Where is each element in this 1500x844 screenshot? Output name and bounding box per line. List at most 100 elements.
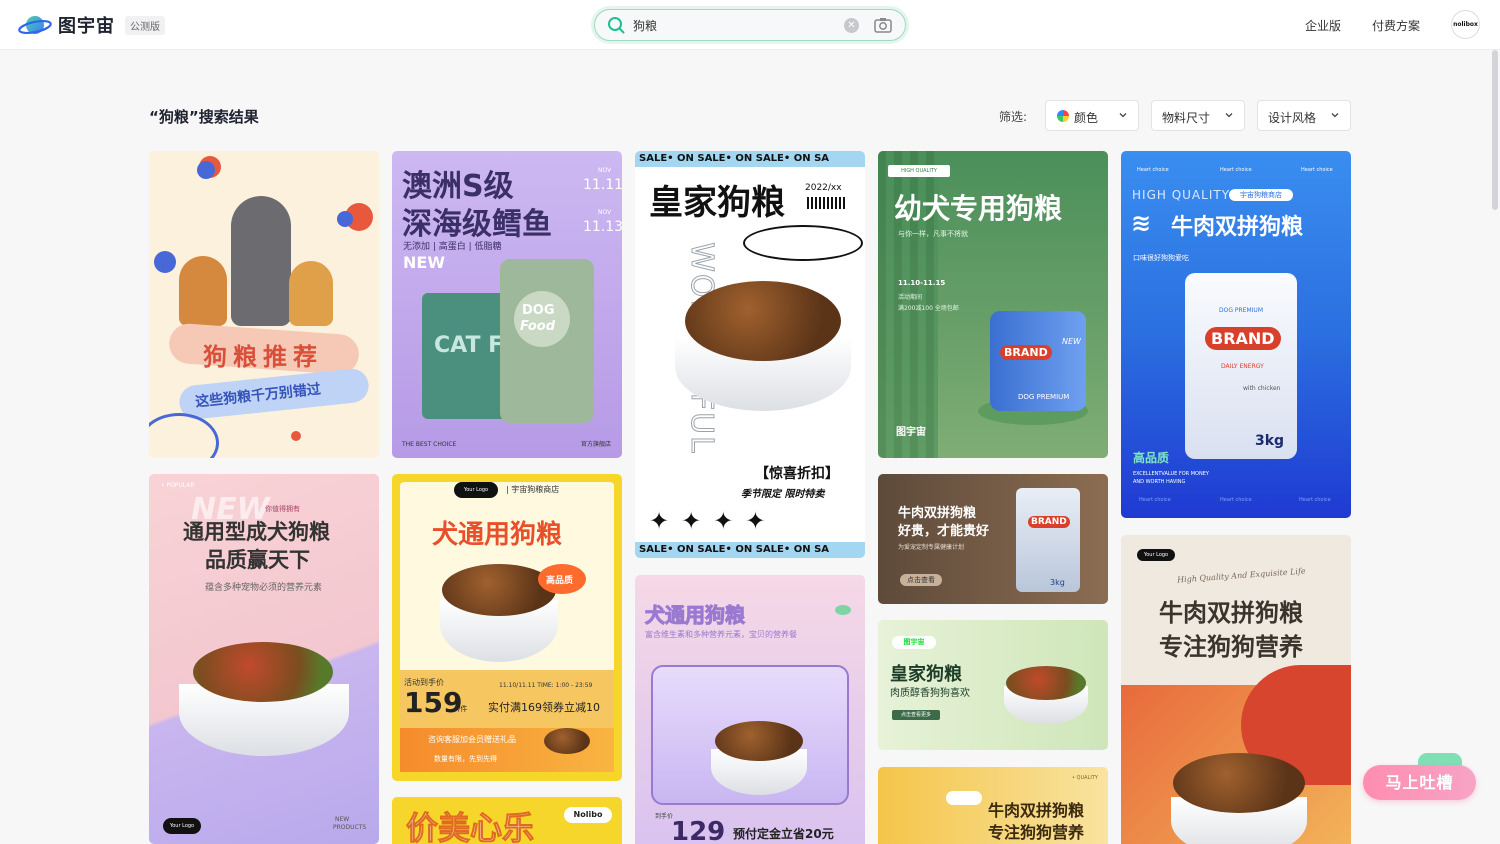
template-card[interactable]: 图宇宙 皇家狗粮 肉质醇香狗狗喜欢 点击查看更多	[878, 620, 1108, 750]
template-card[interactable]: • POPULAR NEW 你值得拥有 通用型成犬狗粮 品质赢天下 蕴含多种宠物…	[149, 474, 379, 844]
card-title: 皇家狗粮	[649, 183, 785, 223]
price-value: 159	[404, 686, 463, 719]
shop-name: | 宇宙狗粮商店	[506, 485, 560, 494]
card-small-text: AND WORTH HAVING	[1133, 479, 1186, 485]
card-small-text: Heart choice	[1139, 497, 1171, 503]
camera-icon[interactable]	[874, 17, 892, 37]
color-wheel-icon	[1057, 110, 1069, 122]
card-title: 牛肉双拼狗粮	[898, 506, 977, 521]
card-title: 牛肉双拼狗粮	[1159, 599, 1303, 627]
brand-logo: Your Logo	[454, 482, 498, 498]
card-desc: 为爱宠定制专属健康计划	[898, 544, 965, 551]
card-title: 牛肉双拼狗粮	[1171, 215, 1304, 240]
nav-enterprise[interactable]: 企业版	[1305, 17, 1341, 34]
feedback-button[interactable]: 马上吐槽	[1363, 765, 1476, 800]
card-tag: HIGH QUALITY	[888, 165, 950, 177]
card-small-text: Heart choice	[1137, 167, 1169, 173]
card-small-text: Heart choice	[1301, 167, 1333, 173]
search-input[interactable]	[633, 15, 833, 35]
app-logo[interactable]: 图宇宙 公测版	[18, 12, 165, 38]
food-image	[544, 728, 590, 754]
pack-label: DOG PREMIUM	[1219, 307, 1263, 314]
consult-text: 咨询客服加会员赠送礼品	[428, 735, 516, 744]
chevron-down-icon	[1330, 109, 1340, 123]
pack-weight: 3kg	[1255, 433, 1285, 449]
template-card[interactable]: Your Logo | 宇宙狗粮商店 犬通用狗粮 高品质 活动到手价 159 /…	[392, 474, 622, 781]
card-title: 犬通用狗粮	[645, 603, 746, 628]
template-card[interactable]: 澳洲S级 深海级鳕鱼 无添加 | 高蛋白 | 低脂糖 NEW NOV 11.11…	[392, 151, 622, 458]
card-title: 好贵，才能贵好	[898, 524, 990, 539]
beta-badge: 公测版	[125, 15, 165, 35]
pack-weight: 3kg	[1050, 578, 1065, 587]
template-card[interactable]: 狗粮推荐 这些狗粮千万别错过	[149, 151, 379, 458]
top-header: 图宇宙 公测版 ✕ 企业版 付费方案 nolibox	[0, 0, 1500, 50]
card-small-text: EXCELLENTVALUE FOR MONEY	[1133, 471, 1209, 477]
search-icon[interactable]	[607, 16, 625, 38]
filter-color-label: 颜色	[1074, 111, 1099, 125]
chevron-down-icon	[1118, 109, 1128, 123]
pack-brand: BRAND	[1205, 327, 1281, 350]
app-name: 图宇宙	[58, 16, 115, 37]
pack-brand: BRAND	[1028, 516, 1070, 528]
card-desc: 富含维生素和多种营养元素，宝贝的营养餐	[645, 630, 797, 639]
clear-search-icon[interactable]: ✕	[844, 18, 859, 33]
price-unit: /件	[458, 705, 468, 713]
filter-color[interactable]: 颜色	[1045, 100, 1139, 131]
sparkle-row-icon: ✦✦✦✦	[649, 507, 778, 535]
card-footer: THE BEST CHOICE	[402, 441, 457, 448]
template-card[interactable]: HIGH QUALITY 幼犬专用狗粮 与你一样，凡事不将就 11.10-11.…	[878, 151, 1108, 458]
new-tag: NEW	[403, 253, 445, 272]
card-small-text: Heart choice	[1220, 497, 1252, 503]
offer-text: 满200减100 全场包邮	[898, 305, 959, 312]
promo-sub: 季节限定 限时特卖	[741, 489, 825, 500]
template-card[interactable]: 犬通用狗粮 富含维生素和多种营养元素，宝贝的营养餐 到手价 129 预付定金立省…	[635, 575, 865, 844]
nav-pricing[interactable]: 付费方案	[1372, 17, 1420, 34]
card-small-text: 你值得拥有	[265, 505, 300, 513]
can-label: NEW	[1062, 337, 1081, 346]
view-more-button[interactable]: 点击查看更多	[892, 710, 940, 720]
pack-label: with chicken	[1243, 385, 1281, 392]
card-title: 价美心乐	[405, 809, 535, 844]
brand-logo: 图宇宙	[892, 636, 936, 649]
filter-style[interactable]: 设计风格	[1257, 100, 1351, 131]
card-title: 专注狗狗营养	[988, 823, 1085, 842]
date-value: 11.13	[583, 219, 622, 235]
template-card[interactable]: 牛肉双拼狗粮 好贵，才能贵好 为爱宠定制专属健康计划 点击查看 BRAND 3k…	[878, 474, 1108, 604]
filter-style-label: 设计风格	[1268, 111, 1317, 125]
marquee-text: SALE• ON SALE• ON SALE• ON SA	[639, 153, 830, 164]
template-card[interactable]: 价美心乐 Nolibo	[392, 797, 622, 844]
can-brand: BRAND	[1000, 345, 1052, 360]
wave-icon: ≋	[1131, 209, 1152, 237]
card-title: 幼犬专用狗粮	[894, 192, 1063, 225]
template-card[interactable]: • QUALITY 牛肉双拼狗粮 专注狗狗营养	[878, 767, 1108, 844]
page-title: “狗粮”搜索结果	[149, 108, 259, 126]
decor-circle	[154, 251, 176, 273]
card-title: 皇家狗粮	[890, 664, 962, 685]
card-footer: 官方旗舰店	[581, 441, 612, 448]
template-card[interactable]: Heart choice Heart choice Heart choice H…	[1121, 151, 1351, 518]
date-text: 2022/xx	[805, 183, 842, 193]
template-card[interactable]: SALE• ON SALE• ON SALE• ON SA 皇家狗粮 2022/…	[635, 151, 865, 558]
offer-text: 实付满169领券立减10	[488, 701, 600, 714]
view-button[interactable]: 点击查看	[900, 574, 942, 586]
date-label: NOV	[598, 167, 612, 174]
card-title: 专注狗狗营养	[1159, 633, 1303, 661]
pack-image	[1016, 488, 1080, 592]
chevron-down-icon	[1224, 109, 1234, 123]
decor-swirl	[149, 413, 219, 458]
template-card[interactable]: Your Logo High Quality And Exquisite Lif…	[1121, 535, 1351, 844]
brand-logo: Your Logo	[1137, 549, 1175, 561]
page-scrollbar[interactable]	[1492, 50, 1498, 210]
search-bar: ✕	[594, 9, 906, 41]
card-small-text: PRODUCTS	[333, 824, 367, 831]
filter-size[interactable]: 物料尺寸	[1151, 100, 1245, 131]
card-desc: 蕴含多种宠物必须的营养元素	[205, 583, 323, 593]
food-image	[193, 642, 333, 702]
date-text: 11.10-11.15	[898, 279, 946, 287]
avatar[interactable]: nolibox	[1451, 10, 1480, 39]
filter-label: 筛选:	[999, 110, 1028, 124]
decor-leaf	[835, 605, 851, 615]
offer-text: 预付定金立省20元	[733, 827, 834, 841]
card-title: 深海级鳕鱼	[402, 207, 552, 242]
pack-label: DOG	[522, 303, 555, 318]
